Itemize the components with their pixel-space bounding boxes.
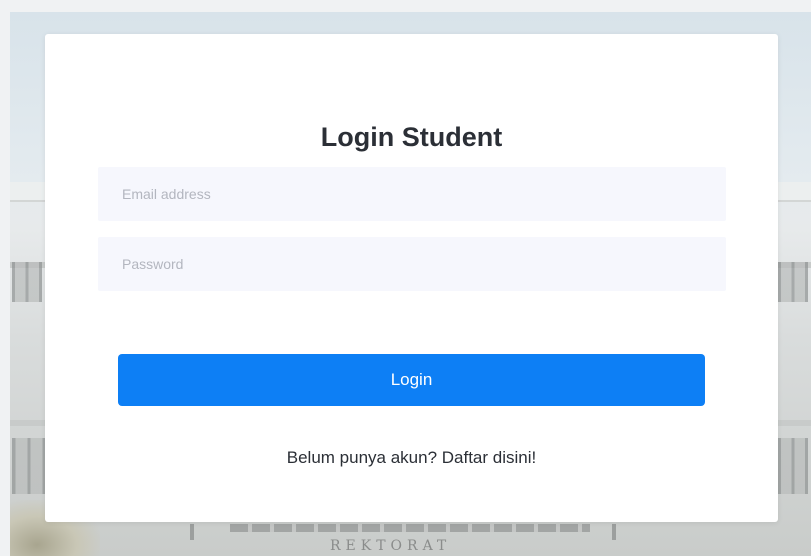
background-post	[190, 524, 194, 540]
background-window	[778, 262, 808, 302]
password-field[interactable]	[98, 237, 726, 291]
login-page: REKTORAT Login Student Login Belum punya…	[0, 0, 811, 556]
email-field[interactable]	[98, 167, 726, 221]
login-title: Login Student	[320, 122, 503, 152]
login-card: Login Student Login Belum punya akun? Da…	[45, 34, 778, 522]
background-sign-text: REKTORAT	[330, 538, 452, 554]
register-link[interactable]: Belum punya akun? Daftar disini!	[45, 448, 778, 468]
login-button[interactable]: Login	[118, 354, 705, 406]
background-window	[778, 438, 808, 494]
background-post	[612, 524, 616, 540]
background-window	[12, 262, 42, 302]
background-sign	[230, 524, 590, 532]
background-window	[12, 438, 46, 494]
